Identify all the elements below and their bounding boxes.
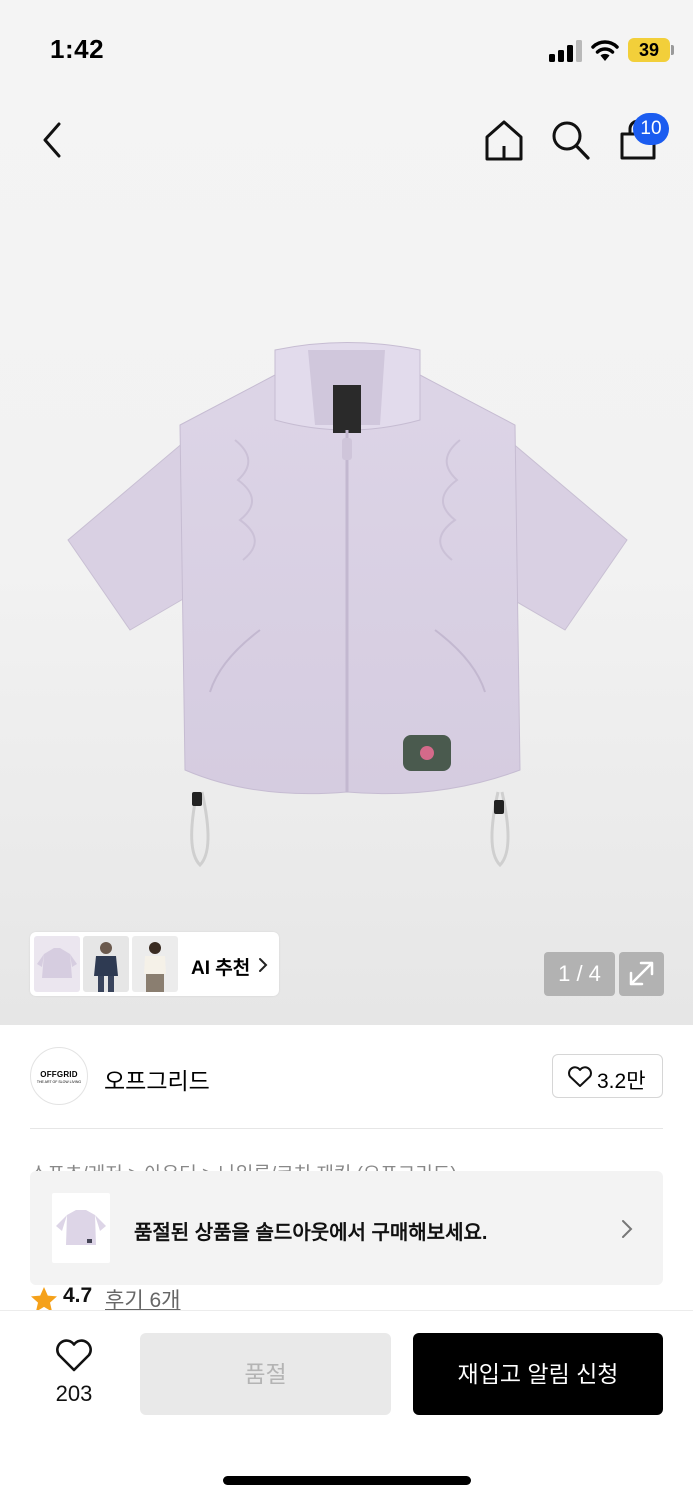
search-icon[interactable] [550, 118, 592, 162]
heart-icon [56, 1339, 92, 1372]
brand-like-count: 3.2만 [597, 1070, 646, 1093]
brand-like-button[interactable]: 3.2만 [552, 1054, 663, 1098]
ai-thumb-3 [132, 936, 178, 992]
brand-logo-subtext: THE ART OF SLOW LIVING [36, 1080, 82, 1084]
ai-thumb-2 [83, 936, 129, 992]
chevron-right-icon [622, 1220, 633, 1238]
divider [30, 1128, 663, 1129]
status-bar: 1:42 39 [0, 0, 693, 100]
banner-text: 품절된 상품을 솔드아웃에서 구매해보세요. [134, 1222, 488, 1244]
expand-button[interactable] [619, 952, 664, 996]
wifi-icon [591, 40, 619, 61]
brand-logo[interactable]: OFFGRID THE ART OF SLOW LIVING [30, 1047, 88, 1105]
cellular-signal-icon [549, 40, 582, 62]
ai-thumb-1 [34, 936, 80, 992]
ai-recommend-label: AI 추천 [191, 958, 251, 979]
star-icon [31, 1287, 57, 1312]
restock-alert-button[interactable]: 재입고 알림 신청 [413, 1333, 663, 1415]
home-indicator[interactable] [223, 1476, 471, 1485]
brand-logo-text: OFFGRID [40, 1070, 78, 1079]
product-image[interactable] [60, 330, 635, 875]
battery-indicator: 39 [628, 38, 670, 62]
home-icon[interactable] [484, 118, 524, 162]
image-pager: 1 / 4 [544, 952, 615, 996]
brand-name[interactable]: 오프그리드 [104, 1062, 210, 1096]
soldout-banner[interactable]: 품절된 상품을 솔드아웃에서 구매해보세요. [30, 1171, 663, 1285]
rating-score: 4.7 [63, 1284, 93, 1307]
heart-icon [568, 1066, 592, 1087]
wishlist-count: 203 [55, 1381, 93, 1406]
banner-thumbnail [52, 1193, 110, 1263]
chevron-right-icon [259, 958, 268, 972]
battery-tip [671, 45, 674, 55]
wishlist-button[interactable]: 203 [40, 1337, 108, 1407]
status-time: 1:42 [50, 34, 105, 64]
soldout-button: 품절 [140, 1333, 391, 1415]
back-icon[interactable] [36, 120, 72, 160]
ai-recommend-card[interactable]: AI 추천 [30, 932, 279, 996]
cart-count-badge[interactable]: 10 [633, 113, 669, 145]
expand-icon [629, 961, 654, 986]
